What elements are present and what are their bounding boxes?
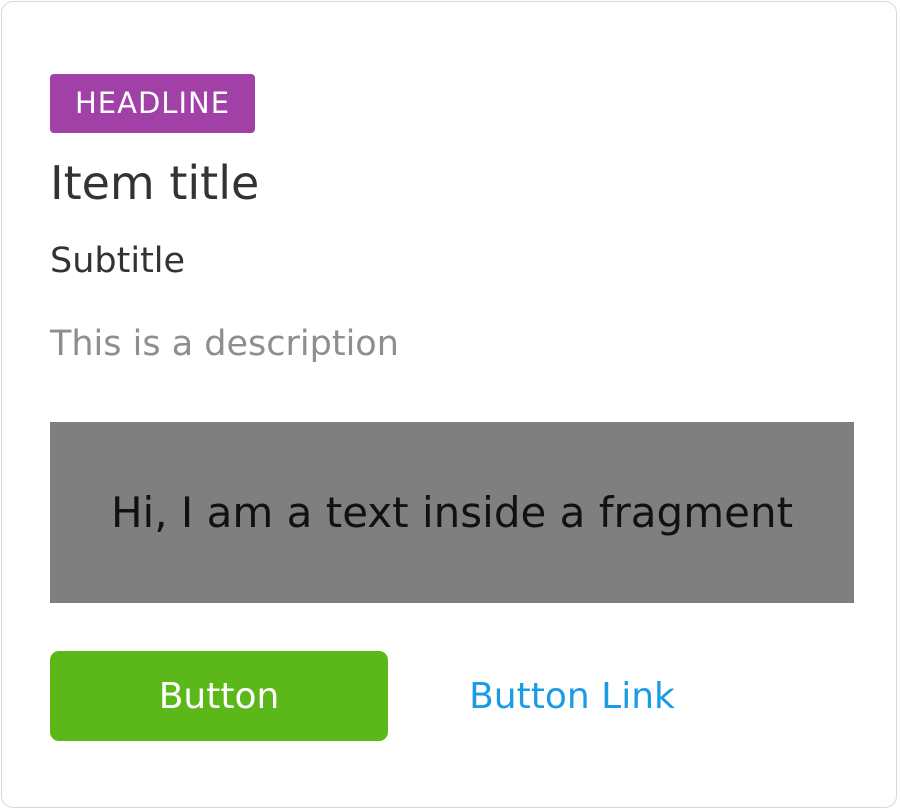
fragment-container: Hi, I am a text inside a fragment: [50, 422, 854, 603]
item-subtitle: Subtitle: [50, 241, 186, 281]
link-button[interactable]: Button Link: [414, 651, 730, 741]
item-card: HEADLINE Item title Subtitle This is a d…: [1, 1, 897, 808]
item-title: Item title: [50, 156, 260, 210]
fragment-text: Hi, I am a text inside a fragment: [110, 488, 794, 537]
headline-badge: HEADLINE: [50, 74, 256, 133]
primary-button[interactable]: Button: [50, 651, 388, 741]
item-description: This is a description: [50, 324, 399, 364]
